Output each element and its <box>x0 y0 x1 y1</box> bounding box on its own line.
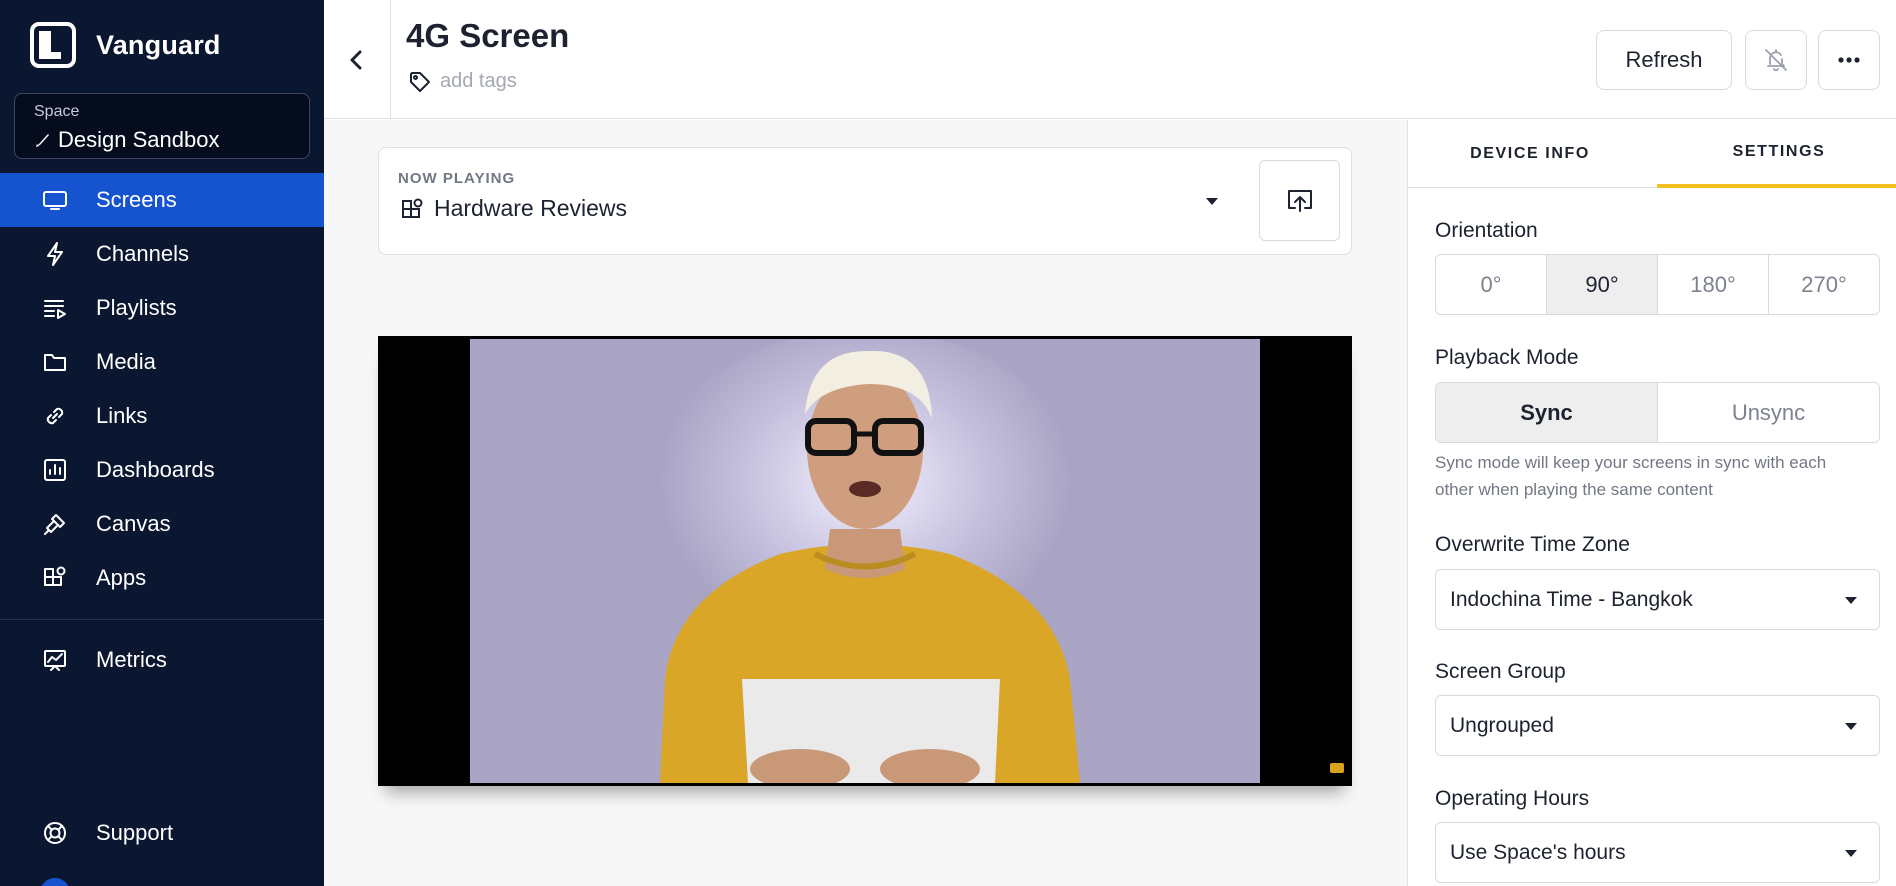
chevron-left-icon <box>350 50 362 69</box>
operating-hours-select[interactable]: Use Space's hours <box>1435 822 1880 883</box>
caret-down-icon[interactable] <box>1206 198 1218 205</box>
nav-item-support[interactable]: Support <box>0 806 324 860</box>
nav-label: Links <box>96 403 148 428</box>
brush-icon <box>40 509 70 539</box>
orientation-option-270[interactable]: 270° <box>1769 255 1879 314</box>
timezone-select[interactable]: Indochina Time - Bangkok <box>1435 569 1880 630</box>
caret-down-icon <box>1845 850 1857 857</box>
bell-off-icon <box>1765 49 1787 72</box>
apps-icon <box>40 563 70 593</box>
now-playing-card: NOW PLAYING Hardware Reviews <box>378 147 1352 255</box>
nav-item-media[interactable]: Media <box>0 335 324 389</box>
tab-device-info[interactable]: DEVICE INFO <box>1408 120 1652 188</box>
main-content: NOW PLAYING Hardware Reviews <box>324 120 1407 886</box>
orientation-option-180[interactable]: 180° <box>1658 255 1769 314</box>
now-playing-value: Hardware Reviews <box>434 195 628 221</box>
nav-item-metrics[interactable]: Metrics <box>0 633 324 687</box>
preview-video-frame <box>470 339 1260 783</box>
now-playing-label: NOW PLAYING <box>398 170 516 187</box>
screen-preview[interactable] <box>378 336 1352 786</box>
playback-mode-label: Playback Mode <box>1435 346 1579 369</box>
operating-hours-value: Use Space's hours <box>1450 840 1626 864</box>
link-icon <box>40 401 70 431</box>
playback-help-text: Sync mode will keep your screens in sync… <box>1435 453 1827 499</box>
space-switcher[interactable]: Space Design Sandbox <box>14 93 310 159</box>
folder-icon <box>40 347 70 377</box>
settings-panel: DEVICE INFO SETTINGS Orientation 0° 90° … <box>1407 120 1896 886</box>
lifebuoy-icon <box>40 818 70 848</box>
nav-support-section: Support <box>0 806 324 860</box>
caret-down-icon <box>1845 723 1857 730</box>
cast-icon <box>1287 189 1312 212</box>
panel-tabs: DEVICE INFO SETTINGS <box>1408 120 1896 188</box>
more-options-button[interactable] <box>1818 30 1880 90</box>
space-label: Space <box>34 103 80 120</box>
nav-item-screens[interactable]: Screens <box>0 173 324 227</box>
orientation-label: Orientation <box>1435 219 1538 242</box>
add-tags[interactable]: add tags <box>409 70 517 93</box>
notifications-button[interactable] <box>1745 30 1807 90</box>
sidebar: Vanguard Space Design Sandbox Screens Ch… <box>0 0 324 886</box>
orientation-option-90[interactable]: 90° <box>1547 255 1658 314</box>
screen-group-select[interactable]: Ungrouped <box>1435 695 1880 756</box>
playback-mode-selector: Sync Unsync <box>1435 382 1880 443</box>
nav-item-canvas[interactable]: Canvas <box>0 497 324 551</box>
space-name: Design Sandbox <box>58 127 220 152</box>
brush-icon <box>36 134 49 147</box>
nav-label: Support <box>96 820 174 845</box>
screen-badge-icon <box>1330 763 1344 773</box>
user-avatar[interactable] <box>40 878 70 886</box>
main-nav: Screens Channels Playlists Media Links D… <box>0 173 324 605</box>
space-name-row: Design Sandbox <box>34 127 219 153</box>
nav-item-apps[interactable]: Apps <box>0 551 324 605</box>
nav-label: Channels <box>96 241 189 266</box>
page-header: 4G Screen add tags Refresh <box>324 0 1896 119</box>
playback-option-sync[interactable]: Sync <box>1436 383 1658 442</box>
screen-group-label: Screen Group <box>1435 660 1566 683</box>
nav-label: Metrics <box>96 647 167 672</box>
nav-label: Dashboards <box>96 457 215 482</box>
cast-button[interactable] <box>1259 160 1340 241</box>
timezone-value: Indochina Time - Bangkok <box>1450 587 1693 611</box>
nav-item-dashboards[interactable]: Dashboards <box>0 443 324 497</box>
vanguard-logo-icon <box>30 22 76 68</box>
nav-item-links[interactable]: Links <box>0 389 324 443</box>
nav-label: Apps <box>96 565 147 590</box>
presenter-image <box>470 339 1260 783</box>
operating-hours-label: Operating Hours <box>1435 787 1590 810</box>
playback-option-unsync[interactable]: Unsync <box>1658 383 1879 442</box>
nav-item-playlists[interactable]: Playlists <box>0 281 324 335</box>
nav-label: Media <box>96 349 156 374</box>
nav-metrics-section: Metrics <box>0 633 324 687</box>
more-icon <box>1838 57 1860 63</box>
nav-divider <box>0 619 324 620</box>
add-tags-placeholder: add tags <box>440 70 517 92</box>
metrics-icon <box>40 645 70 675</box>
nav-label: Playlists <box>96 295 177 320</box>
caret-down-icon <box>1845 597 1857 604</box>
brand[interactable]: Vanguard <box>30 22 221 68</box>
orientation-selector: 0° 90° 180° 270° <box>1435 254 1880 315</box>
page-title: 4G Screen <box>406 17 570 54</box>
nav-label: Canvas <box>96 511 171 536</box>
dashboard-icon <box>40 455 70 485</box>
playlist-icon <box>40 293 70 323</box>
refresh-button[interactable]: Refresh <box>1596 30 1732 90</box>
screen-icon <box>40 185 70 215</box>
orientation-option-0[interactable]: 0° <box>1436 255 1547 314</box>
screen-group-value: Ungrouped <box>1450 713 1554 737</box>
now-playing-select[interactable]: Hardware Reviews <box>400 195 627 222</box>
tab-settings[interactable]: SETTINGS <box>1657 120 1896 188</box>
tag-icon <box>410 71 430 92</box>
timezone-label: Overwrite Time Zone <box>1435 533 1630 556</box>
nav-label: Screens <box>96 187 177 212</box>
nav-item-channels[interactable]: Channels <box>0 227 324 281</box>
lightning-icon <box>40 239 70 269</box>
app-name: Vanguard <box>96 29 221 60</box>
apps-icon <box>402 198 423 218</box>
back-button[interactable] <box>324 0 391 119</box>
